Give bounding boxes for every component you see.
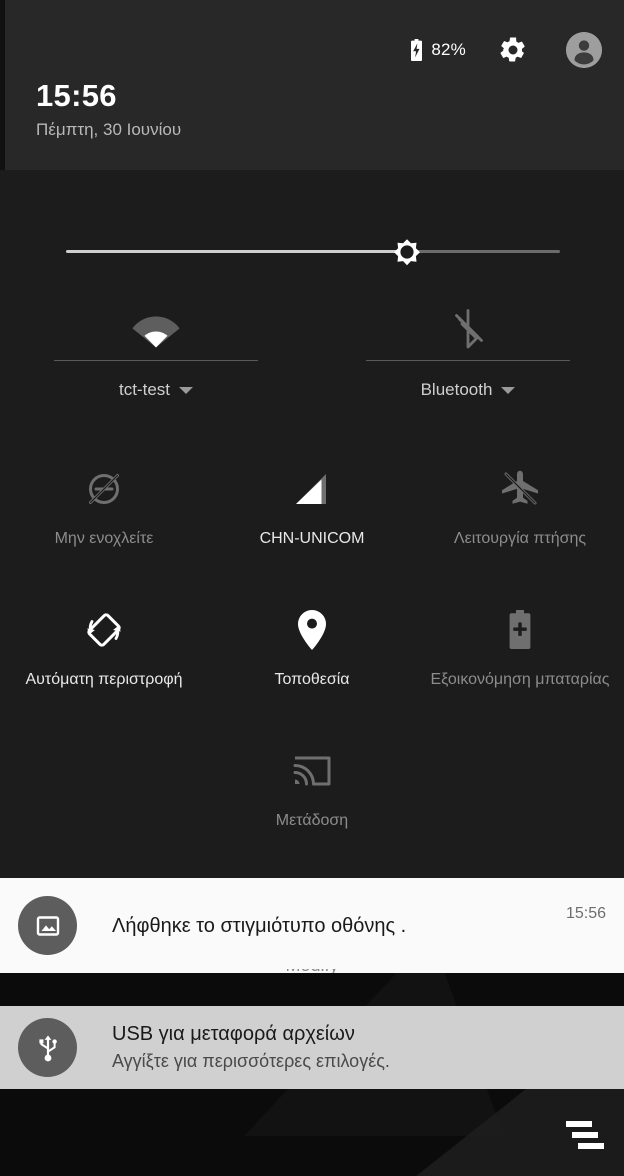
- tile-cast[interactable]: Μετάδοση: [208, 730, 416, 871]
- wifi-tile-divider: [54, 360, 258, 361]
- tile-row-1: Μην ενοχλείτε CHN-UNICOM Λειτουργία πτήσ…: [0, 448, 624, 589]
- brightness-sun-icon[interactable]: [387, 232, 427, 272]
- tile-row-2: Αυτόματη περιστροφή Τοποθεσία Εξοικονόμη…: [0, 589, 624, 730]
- chevron-down-icon[interactable]: [501, 386, 516, 394]
- notification-usb[interactable]: USB για μεταφορά αρχείων Αγγίξτε για περ…: [0, 1006, 624, 1089]
- tile-bluetooth[interactable]: Bluetooth: [312, 298, 624, 408]
- wifi-tile-label: tct-test: [118, 380, 170, 399]
- tile-do-not-disturb[interactable]: Μην ενοχλείτε: [0, 448, 208, 589]
- wifi-icon: [130, 298, 182, 360]
- usb-icon: [38, 1035, 57, 1061]
- tile-label: CHN-UNICOM: [259, 530, 365, 547]
- battery-charging-icon: [410, 39, 423, 61]
- clear-all-bar: [572, 1132, 598, 1138]
- tile-battery-saver[interactable]: Εξοικονόμηση μπαταρίας: [416, 589, 624, 730]
- notification-peek-text: Modify: [0, 969, 624, 973]
- notification-icon-wrapper: [18, 896, 77, 955]
- cast-icon: [289, 743, 335, 799]
- notification-list: Λήφθηκε το στιγμιότυπο οθόνης . 15:56 Mo…: [0, 878, 624, 1089]
- tile-grid: Μην ενοχλείτε CHN-UNICOM Λειτουργία πτήσ…: [0, 448, 624, 871]
- tile-airplane-mode[interactable]: Λειτουργία πτήσης: [416, 448, 624, 589]
- notification-body: Λήφθηκε το στιγμιότυπο οθόνης .: [112, 913, 554, 939]
- brightness-track-remaining: [406, 250, 560, 253]
- chevron-down-icon[interactable]: [179, 386, 193, 394]
- battery-saver-icon: [505, 602, 535, 658]
- image-photo-icon: [36, 915, 59, 936]
- auto-rotate-icon: [81, 602, 127, 658]
- status-bar-icons: 82%: [410, 27, 602, 73]
- bluetooth-tile-label: Bluetooth: [420, 380, 493, 399]
- brightness-track-filled: [66, 250, 407, 253]
- clear-all-bar: [578, 1143, 604, 1149]
- settings-button[interactable]: [496, 33, 530, 67]
- tile-mobile-network[interactable]: CHN-UNICOM: [208, 448, 416, 589]
- tile-label: Μετάδοση: [275, 812, 349, 829]
- gear-icon: [500, 37, 525, 62]
- clear-all-notifications-button[interactable]: [556, 1114, 604, 1156]
- bluetooth-tile-divider: [366, 360, 570, 361]
- tile-label: Μην ενοχλείτε: [54, 530, 154, 547]
- tile-label: Τοποθεσία: [274, 671, 350, 688]
- do-not-disturb-icon: [83, 461, 125, 517]
- tile-row-3: Μετάδοση: [0, 730, 624, 871]
- brightness-slider[interactable]: [66, 232, 560, 272]
- tile-auto-rotate[interactable]: Αυτόματη περιστροφή: [0, 589, 208, 730]
- bluetooth-disabled-icon: [448, 298, 488, 360]
- clear-all-bar: [566, 1121, 592, 1127]
- battery-percent-label: 82%: [431, 40, 466, 59]
- tile-label: Αυτόματη περιστροφή: [25, 671, 183, 688]
- clock-date: Πέμπτη, 30 Ιουνίου: [36, 120, 182, 139]
- notification-icon-wrapper: [18, 1018, 77, 1077]
- notification-subtitle: Αγγίξτε για περισσότερες επιλογές.: [112, 1051, 390, 1071]
- notification-time: 15:56: [565, 905, 606, 922]
- clock-block[interactable]: 15:56 Πέμπτη, 30 Ιουνίου: [36, 78, 181, 142]
- airplane-mode-icon: [498, 461, 542, 517]
- bluetooth-tile-label-row[interactable]: Bluetooth: [421, 380, 516, 400]
- dual-tile-row: tct-test Bluetooth: [0, 298, 624, 408]
- quick-settings-screen: 82% 15:56 Πέμπτη, 30 Ιουνίου tct-test Bl…: [0, 0, 624, 1176]
- notification-body: USB για μεταφορά αρχείων Αγγίξτε για περ…: [112, 1021, 606, 1074]
- notification-title: USB για μεταφορά αρχείων: [112, 1023, 355, 1045]
- location-pin-icon: [294, 602, 330, 658]
- notification-peek-clipped: Modify: [0, 969, 624, 973]
- notification-screenshot[interactable]: Λήφθηκε το στιγμιότυπο οθόνης . 15:56 Mo…: [0, 878, 624, 973]
- left-edge-gutter: [0, 0, 5, 170]
- tile-label: Εξοικονόμηση μπαταρίας: [430, 671, 610, 688]
- clock-time: 15:56: [36, 78, 117, 113]
- user-avatar-button[interactable]: [566, 32, 602, 68]
- wifi-tile-label-row[interactable]: tct-test: [119, 380, 193, 400]
- notification-title: Λήφθηκε το στιγμιότυπο οθόνης .: [112, 914, 407, 937]
- tile-wifi[interactable]: tct-test: [0, 298, 312, 408]
- quick-settings-header: 82% 15:56 Πέμπτη, 30 Ιουνίου: [0, 0, 624, 170]
- quick-settings-panel: tct-test Bluetooth Μην ενοχλείτε CHN-UNI…: [0, 170, 624, 878]
- cell-signal-icon: [292, 461, 332, 517]
- tile-location[interactable]: Τοποθεσία: [208, 589, 416, 730]
- user-avatar-icon: [566, 32, 602, 68]
- battery-status: 82%: [410, 39, 466, 61]
- tile-label: Λειτουργία πτήσης: [453, 530, 587, 547]
